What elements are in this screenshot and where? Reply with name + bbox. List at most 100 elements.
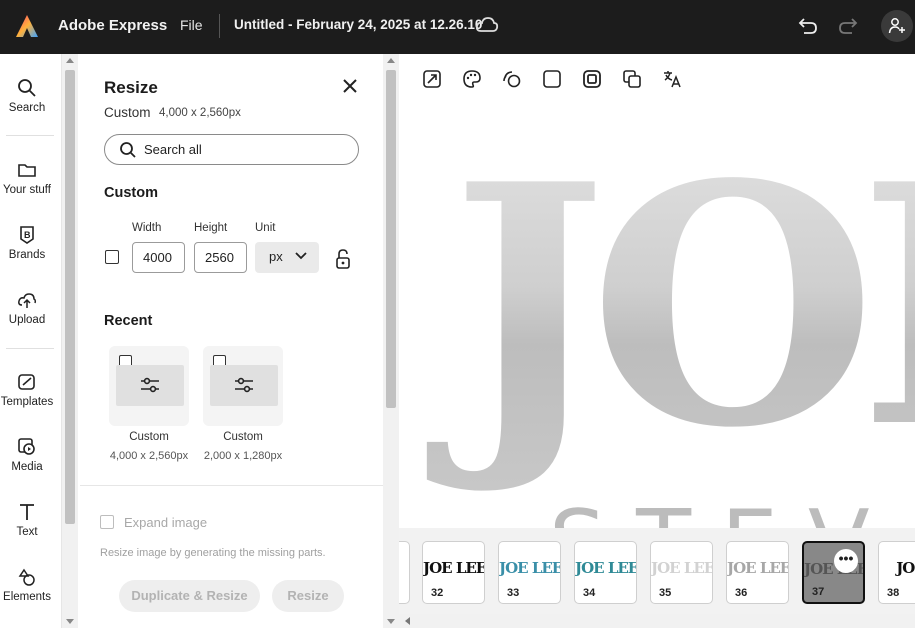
border-icon[interactable] [582, 69, 602, 89]
rail-label: Elements [3, 591, 51, 603]
left-rail: Search Your stuff B Brands Upload Templa… [0, 54, 62, 628]
rail-item-media[interactable]: Media [0, 437, 54, 473]
shape-icon[interactable] [542, 69, 562, 89]
rail-label: Templates [0, 396, 54, 408]
rail-label: Brands [8, 249, 46, 261]
design-canvas[interactable]: JOE STEV [399, 104, 915, 578]
adobe-express-logo-icon[interactable] [14, 13, 40, 39]
height-label: Height [194, 222, 228, 234]
rail-label: Media [11, 461, 43, 473]
recent-size-card[interactable] [203, 346, 283, 426]
chevron-down-icon [295, 252, 307, 260]
rail-item-brands[interactable]: B Brands [0, 225, 54, 261]
canvas-headline[interactable]: JOE [425, 112, 915, 500]
current-size-dims: 4,000 x 2,560px [159, 107, 241, 119]
unlock-icon[interactable] [335, 249, 351, 269]
recent-size-card[interactable] [109, 346, 189, 426]
thumbnail-preview: JOE LEE [651, 559, 713, 577]
width-field[interactable]: 4000 [132, 242, 185, 273]
scroll-up-arrow[interactable] [387, 58, 395, 63]
recent-name: Custom [223, 431, 263, 443]
search-input[interactable]: Search all [104, 134, 359, 165]
aspect-checkbox[interactable] [105, 250, 119, 264]
rail-label: Search [8, 102, 46, 114]
redo-icon[interactable] [836, 14, 860, 38]
page-number: 36 [735, 587, 748, 599]
invite-user-button[interactable] [881, 10, 913, 42]
search-icon [120, 142, 136, 158]
rail-scrollbar[interactable] [62, 54, 78, 628]
page-thumbnail[interactable]: JOE 38 [878, 541, 915, 604]
recent-preview [116, 365, 184, 406]
rail-label: Your stuff [3, 184, 51, 196]
expand-image-label: Expand image [124, 515, 208, 530]
scroll-down-arrow[interactable] [66, 619, 74, 624]
cloud-icon[interactable] [475, 15, 499, 35]
thumbnail-preview: JOE LEE STEVENS [423, 559, 485, 577]
app-name: Adobe Express [58, 17, 168, 34]
resize-button[interactable]: Resize [272, 580, 344, 612]
translate-icon[interactable] [662, 69, 682, 89]
templates-icon [18, 374, 35, 390]
duplicate-resize-button[interactable]: Duplicate & Resize [119, 580, 260, 612]
filmstrip-scrollbar[interactable] [399, 614, 915, 628]
rail-label: Text [16, 526, 38, 538]
design-artwork: JOE STEV [425, 112, 915, 578]
recent-dims: 4,000 x 2,560px [109, 450, 189, 462]
height-field[interactable]: 2560 [194, 242, 247, 273]
page-thumbnail[interactable]: JOE LEE STEVENS 32 [422, 541, 485, 604]
animate-icon[interactable] [502, 69, 522, 89]
page-number: 32 [431, 587, 444, 599]
top-bar: Adobe Express File Untitled - February 2… [0, 0, 915, 54]
scroll-up-arrow[interactable] [66, 58, 74, 63]
current-size-name: Custom [104, 105, 151, 120]
thumbnail-preview: JOE LEE STEVENS [499, 559, 561, 577]
rail-item-your-stuff[interactable]: Your stuff [0, 160, 54, 196]
rail-item-elements[interactable]: Elements [0, 567, 54, 603]
page-number: 34 [583, 587, 596, 599]
duplicate-icon[interactable] [622, 69, 642, 89]
svg-text:B: B [24, 230, 31, 240]
resize-tool-icon[interactable] [422, 69, 442, 89]
brand-icon: B [20, 226, 34, 244]
custom-heading: Custom [104, 185, 158, 201]
thumbnail-preview: JOE LEE STEVENS [575, 559, 637, 577]
scrollbar-thumb[interactable] [65, 70, 75, 524]
expand-image-hint: Resize image by generating the missing p… [100, 547, 326, 559]
thumbnail-preview: JOE [896, 559, 915, 577]
expand-image-checkbox[interactable] [100, 515, 114, 529]
search-icon [18, 79, 36, 97]
unit-select[interactable]: px [255, 242, 319, 273]
scrollbar-thumb[interactable] [386, 70, 396, 408]
page-filmstrip: JOE LEE STEVENS 32 JOE LEE STEVENS 33 JO… [399, 528, 915, 614]
scroll-down-arrow[interactable] [387, 619, 395, 624]
elements-icon [18, 568, 35, 586]
more-options-button[interactable]: ••• [834, 549, 858, 573]
thumbnail-preview: JOE LEE [727, 559, 789, 577]
recent-heading: Recent [104, 313, 153, 329]
canvas-area: JOE STEV JOE LEE STEVENS 32 JOE LEE STEV… [399, 54, 915, 628]
page-number: 35 [659, 587, 672, 599]
palette-icon[interactable] [462, 69, 482, 89]
page-thumbnail[interactable]: JOE LEE 36 [726, 541, 789, 604]
unit-value: px [269, 249, 283, 264]
title-divider [219, 14, 220, 38]
close-icon[interactable] [342, 78, 358, 94]
undo-icon[interactable] [796, 14, 820, 38]
search-placeholder: Search all [144, 142, 202, 157]
page-thumbnail[interactable]: JOE LEE 35 [650, 541, 713, 604]
document-title[interactable]: Untitled - February 24, 2025 at 12.26.10 [234, 17, 482, 32]
rail-item-upload[interactable]: Upload [0, 290, 54, 326]
rail-item-text[interactable]: Text [0, 502, 54, 538]
sliders-icon [141, 377, 159, 393]
page-thumbnail[interactable]: JOE LEE STEVENS 34 [574, 541, 637, 604]
panel-scrollbar[interactable] [383, 54, 399, 628]
page-thumbnail-selected[interactable]: JOE LEE ••• 37 [802, 541, 865, 604]
panel-title: Resize [104, 78, 158, 97]
page-thumbnail[interactable] [399, 541, 410, 604]
file-menu[interactable]: File [180, 17, 203, 33]
rail-item-templates[interactable]: Templates [0, 372, 54, 408]
scroll-left-arrow[interactable] [405, 617, 410, 625]
rail-item-search[interactable]: Search [0, 78, 54, 114]
page-thumbnail[interactable]: JOE LEE STEVENS 33 [498, 541, 561, 604]
